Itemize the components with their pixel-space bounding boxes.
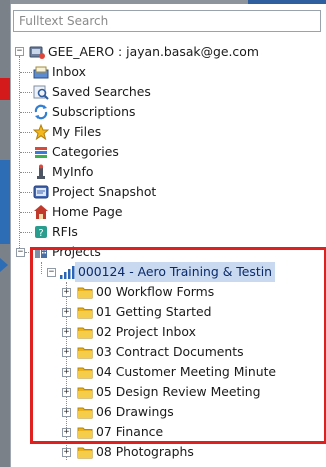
tree-item-folder[interactable]: 08 Photographs: [77, 442, 194, 462]
arrow-marker: [0, 258, 8, 272]
tree-line: [20, 92, 32, 93]
svg-text:?: ?: [38, 228, 43, 239]
tree-item-project-snapshot[interactable]: Project Snapshot: [33, 182, 156, 202]
tree-line: [20, 72, 32, 73]
tree-item-project-000124[interactable]: 000124 - Aero Training & Testin: [59, 262, 275, 282]
rfi-icon: ?: [33, 224, 49, 240]
tree-line: [25, 252, 33, 253]
tree-item-myinfo[interactable]: MyInfo: [33, 162, 93, 182]
folder-expand-toggle[interactable]: +: [62, 368, 71, 377]
tree-item-label: 04 Customer Meeting Minute: [96, 364, 277, 379]
tree-item-label: RFIs: [52, 224, 78, 239]
tree-item-label: My Files: [52, 124, 102, 139]
tree-item-label: 01 Getting Started: [96, 304, 212, 319]
tree-item-label: 02 Project Inbox: [96, 324, 196, 339]
tree-line: [20, 172, 32, 173]
folder-icon: [77, 364, 93, 380]
folder-expand-toggle[interactable]: +: [62, 308, 71, 317]
tree-item-folder[interactable]: 02 Project Inbox: [77, 322, 196, 342]
tree-item-label: Project Snapshot: [52, 184, 157, 199]
root-collapse-toggle[interactable]: −: [15, 47, 24, 56]
tree-line: [20, 192, 32, 193]
tree-item-folder[interactable]: 06 Drawings: [77, 402, 174, 422]
tree-line: [20, 212, 32, 213]
tree-item-folder[interactable]: 01 Getting Started: [77, 302, 212, 322]
projects-collapse-toggle[interactable]: −: [16, 248, 25, 257]
tree-item-folder[interactable]: 05 Design Review Meeting: [77, 382, 261, 402]
tree-item-rfis[interactable]: ? RFIs: [33, 222, 78, 242]
tree-item-projects[interactable]: Projects: [33, 242, 101, 262]
folder-icon: [77, 284, 93, 300]
tree-item-label: MyInfo: [52, 164, 94, 179]
folder-icon: [77, 444, 93, 460]
folder-icon: [77, 404, 93, 420]
tree-item-categories[interactable]: Categories: [33, 142, 119, 162]
tree-line: [20, 152, 32, 153]
tree-item-label: Subscriptions: [52, 104, 136, 119]
folder-icon: [77, 424, 93, 440]
info-icon: [33, 164, 49, 180]
tree-item-label: 06 Drawings: [96, 404, 174, 419]
fulltext-search-input[interactable]: [13, 10, 321, 32]
tree-line: [20, 112, 32, 113]
tree-item-label: 08 Photographs: [96, 444, 194, 459]
tree-item-folder[interactable]: 03 Contract Documents: [77, 342, 244, 362]
folder-icon: [77, 304, 93, 320]
inbox-icon: [33, 64, 49, 80]
tree-item-folder[interactable]: 00 Workflow Forms: [77, 282, 214, 302]
tree-item-home-page[interactable]: Home Page: [33, 202, 123, 222]
project-signal-icon: [59, 264, 75, 280]
tree-item-label: 00 Workflow Forms: [96, 284, 215, 299]
tree-item-folder[interactable]: 04 Customer Meeting Minute: [77, 362, 276, 382]
tree-item-label: Projects: [52, 244, 101, 259]
folder-expand-toggle[interactable]: +: [62, 408, 71, 417]
tree-line: [41, 262, 42, 274]
tree-item-label: Inbox: [52, 64, 86, 79]
tree-root-label: GEE_AERO : jayan.basak@ge.com: [48, 44, 259, 59]
folder-expand-toggle[interactable]: +: [62, 388, 71, 397]
project-collapse-toggle[interactable]: −: [47, 268, 56, 277]
tree-item-label: Saved Searches: [52, 84, 151, 99]
folder-expand-toggle[interactable]: +: [62, 348, 71, 357]
projects-icon: [33, 244, 49, 260]
tree-root[interactable]: GEE_AERO : jayan.basak@ge.com: [29, 42, 259, 62]
tree-item-folder[interactable]: 07 Finance: [77, 422, 163, 442]
tree-item-label: 000124 - Aero Training & Testin: [75, 262, 275, 282]
snapshot-icon: [33, 184, 49, 200]
tree-line: [20, 132, 32, 133]
tree-item-saved-searches[interactable]: Saved Searches: [33, 82, 151, 102]
tree-item-inbox[interactable]: Inbox: [33, 62, 86, 82]
tree-item-label: Categories: [52, 144, 119, 159]
tree-item-label: 07 Finance: [96, 424, 164, 439]
tree-item-subscriptions[interactable]: Subscriptions: [33, 102, 135, 122]
tree-item-label: 03 Contract Documents: [96, 344, 244, 359]
tree-line: [20, 232, 32, 233]
saved-search-icon: [33, 84, 49, 100]
workspace-icon: [29, 44, 45, 60]
tree-item-label: 05 Design Review Meeting: [96, 384, 261, 399]
folder-icon: [77, 344, 93, 360]
subscriptions-icon: [33, 104, 49, 120]
tree-item-label: Home Page: [52, 204, 123, 219]
folder-expand-toggle[interactable]: +: [62, 328, 71, 337]
home-icon: [33, 204, 49, 220]
star-icon: [32, 123, 50, 141]
tree-line: [19, 56, 20, 256]
categories-icon: [33, 144, 49, 160]
folder-expand-toggle[interactable]: +: [62, 428, 71, 437]
tree-item-my-files[interactable]: My Files: [32, 122, 102, 142]
folder-icon: [77, 384, 93, 400]
folder-expand-toggle[interactable]: +: [62, 288, 71, 297]
folder-expand-toggle[interactable]: +: [62, 448, 71, 457]
navigation-panel: − GEE_AERO : jayan.basak@ge.com Inbox: [10, 4, 326, 467]
folder-icon: [77, 324, 93, 340]
